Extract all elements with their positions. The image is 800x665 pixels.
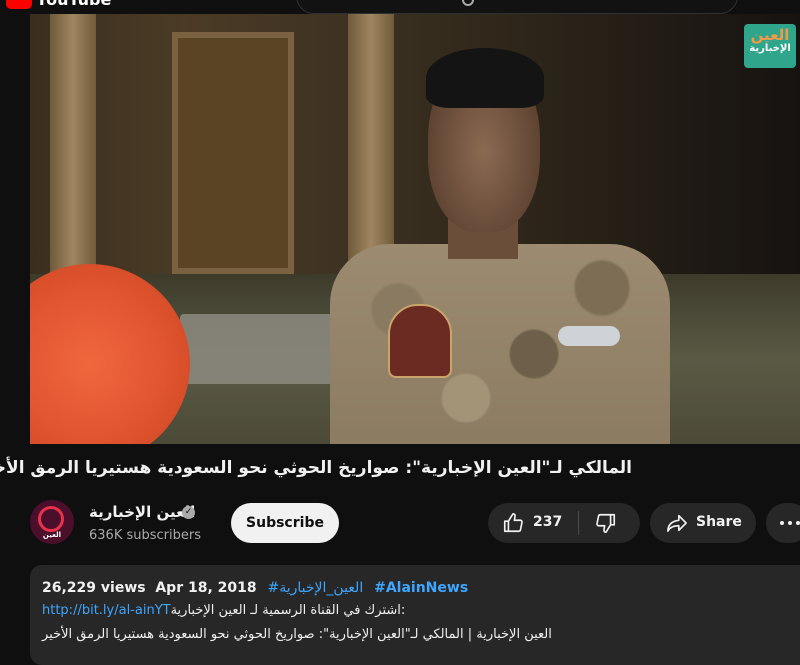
verified-check-icon: ✓ — [182, 506, 195, 519]
subscribe-line-text: اشترك في القناة الرسمية لـ العين الإخبار… — [170, 603, 406, 618]
speaker-badge — [388, 304, 452, 378]
speaker-wings — [558, 326, 620, 346]
youtube-wordmark: YouTube — [36, 0, 111, 9]
search-input[interactable] — [296, 0, 738, 14]
more-dots-icon — [780, 521, 800, 525]
thumbs-down-icon — [596, 513, 616, 533]
video-title: المالكي لـ"العين الإخبارية": صواريخ الحو… — [0, 458, 632, 478]
video-wall-panel — [172, 32, 294, 274]
channel-watermark-logo: العين الإخبارية — [744, 24, 796, 68]
video-column — [50, 14, 96, 274]
avatar-label: العين — [42, 531, 62, 539]
description-text: العين الإخبارية | المالكي لـ"العين الإخب… — [42, 627, 552, 642]
masthead: YouTube — [0, 0, 800, 14]
channel-name[interactable]: العين الإخبارية — [89, 503, 195, 521]
share-button[interactable]: Share — [650, 503, 756, 543]
share-label: Share — [696, 514, 742, 530]
share-arrow-icon — [667, 514, 687, 532]
upload-date: Apr 18, 2018 — [155, 580, 257, 596]
subscribe-link[interactable]: http://bit.ly/al-ainYT — [42, 603, 171, 618]
description-box[interactable]: 26,229 views Apr 18, 2018 #العين_الإخبار… — [30, 565, 800, 665]
speaker-uniform — [330, 244, 670, 444]
like-dislike-group: 237 — [488, 503, 640, 543]
subscribe-button[interactable]: Subscribe — [231, 503, 339, 543]
like-count: 237 — [533, 514, 563, 530]
channel-avatar[interactable]: العين — [30, 500, 74, 544]
subscriber-count: 636K subscribers — [89, 528, 201, 543]
watermark-line2: الإخبارية — [749, 42, 791, 54]
more-actions-button[interactable] — [766, 503, 800, 543]
watermark-line1: العين — [750, 26, 790, 44]
video-player[interactable]: العين الإخبارية — [30, 14, 800, 444]
youtube-play-icon — [6, 0, 32, 9]
description-subscribe-line: http://bit.ly/al-ainYTاشترك في القناة ال… — [42, 603, 405, 618]
dislike-button[interactable] — [579, 503, 640, 543]
video-speaker — [330, 48, 670, 444]
hashtag-link-ar[interactable]: #العين_الإخبارية — [268, 580, 364, 596]
description-meta: 26,229 views Apr 18, 2018 #العين_الإخبار… — [42, 580, 468, 596]
youtube-logo[interactable]: YouTube — [6, 0, 111, 9]
like-button[interactable]: 237 — [488, 503, 578, 543]
avatar-ring-icon — [38, 506, 64, 532]
hashtag-link-en[interactable]: #AlainNews — [374, 580, 468, 596]
speaker-hair — [426, 48, 544, 108]
view-count: 26,229 views — [42, 580, 146, 596]
thumbs-up-icon — [503, 513, 523, 533]
